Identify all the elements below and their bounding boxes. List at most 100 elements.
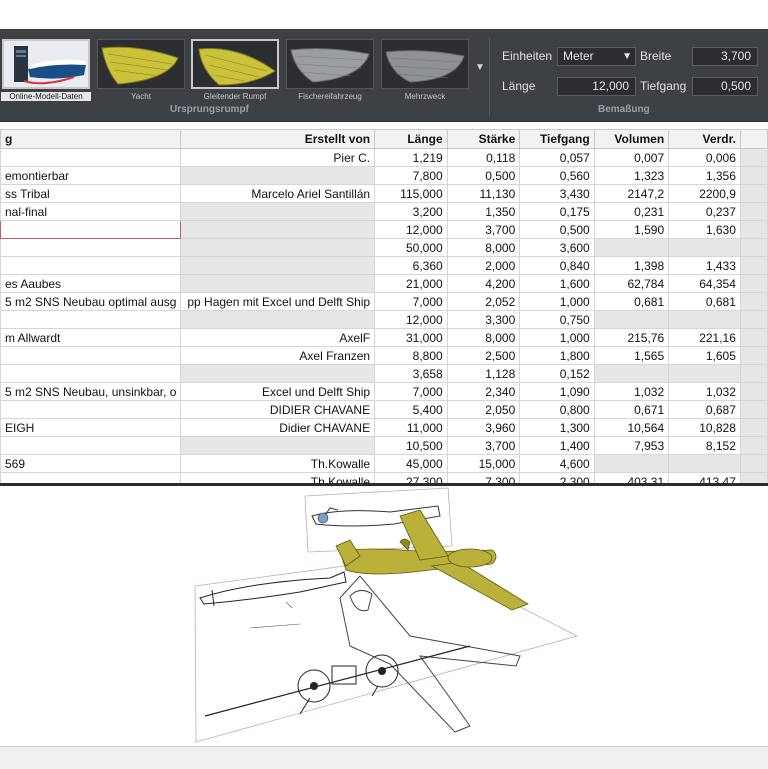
table-cell[interactable]: EIGH bbox=[0, 418, 182, 437]
table-cell[interactable]: 1,800 bbox=[519, 346, 595, 365]
table-cell[interactable] bbox=[0, 346, 182, 365]
table-cell[interactable] bbox=[593, 238, 670, 257]
table-cell[interactable] bbox=[593, 364, 670, 383]
table-cell[interactable]: 8,800 bbox=[374, 346, 448, 365]
table-cell[interactable] bbox=[180, 436, 376, 455]
table-cell[interactable] bbox=[180, 274, 376, 293]
table-cell[interactable]: 2,500 bbox=[446, 346, 521, 365]
table-cell[interactable]: nal-final bbox=[0, 202, 182, 221]
table-cell[interactable] bbox=[0, 436, 182, 455]
table-cell[interactable] bbox=[668, 238, 741, 257]
table-cell-extra[interactable] bbox=[739, 184, 768, 203]
col-header-created-by[interactable]: Erstellt von bbox=[180, 129, 376, 149]
table-cell[interactable]: 2,000 bbox=[446, 256, 521, 275]
table-cell[interactable]: 1,590 bbox=[593, 220, 670, 239]
table-cell-extra[interactable] bbox=[739, 454, 768, 473]
table-cell[interactable]: m Allwardt bbox=[0, 328, 182, 347]
table-cell[interactable]: 21,000 bbox=[374, 274, 448, 293]
table-cell[interactable]: 0,681 bbox=[668, 292, 741, 311]
table-row[interactable]: 5 m2 SNS Neubau optimal ausg pp Hagen mit… bbox=[0, 292, 768, 311]
table-cell-extra[interactable] bbox=[739, 166, 768, 185]
thumb-yacht[interactable]: Yacht bbox=[96, 38, 186, 106]
table-cell[interactable]: 413,47 bbox=[668, 472, 741, 483]
table-cell[interactable]: 1,565 bbox=[593, 346, 670, 365]
table-cell[interactable]: 0,840 bbox=[519, 256, 595, 275]
table-cell[interactable]: 8,152 bbox=[668, 436, 741, 455]
table-cell[interactable]: 1,350 bbox=[446, 202, 521, 221]
table-cell-extra[interactable] bbox=[739, 328, 768, 347]
table-cell[interactable]: Axel Franzen bbox=[180, 346, 376, 365]
table-row[interactable]: 10,500 3,700 1,400 7,953 8,152 bbox=[0, 436, 768, 455]
thumb-fishing-vessel[interactable]: Fischereifahrzeug bbox=[285, 38, 375, 106]
col-header-beam[interactable]: Stärke bbox=[446, 129, 521, 149]
table-cell[interactable]: 215,76 bbox=[593, 328, 670, 347]
tiefgang-input[interactable]: 0,500 bbox=[692, 77, 758, 96]
table-row[interactable]: m Allwardt AxelF 31,000 8,000 1,000 215,76 221… bbox=[0, 328, 768, 347]
table-cell[interactable]: 403,31 bbox=[593, 472, 670, 483]
table-cell-extra[interactable] bbox=[739, 220, 768, 239]
table-cell[interactable] bbox=[0, 472, 182, 483]
table-cell[interactable]: 5,400 bbox=[374, 400, 448, 419]
table-row[interactable]: ss Tribal Marcelo Ariel Santillán 115,000 1… bbox=[0, 184, 768, 203]
table-row[interactable]: 12,000 3,700 0,500 1,590 1,630 bbox=[0, 220, 768, 239]
table-row[interactable]: nal-final 3,200 1,350 0,175 0,231 0,237 bbox=[0, 202, 768, 221]
col-header-draft[interactable]: Tiefgang bbox=[519, 129, 595, 149]
table-row[interactable]: 5 m2 SNS Neubau, unsinkbar, o Excel und D… bbox=[0, 382, 768, 401]
table-cell[interactable]: Didier CHAVANE bbox=[180, 418, 376, 437]
table-cell[interactable]: 0,681 bbox=[593, 292, 670, 311]
table-cell[interactable] bbox=[0, 220, 182, 239]
table-cell[interactable] bbox=[0, 364, 182, 383]
table-cell[interactable] bbox=[180, 364, 376, 383]
table-cell[interactable]: Th.Kowalle bbox=[180, 454, 376, 473]
table-cell[interactable]: es Aaubes bbox=[0, 274, 182, 293]
col-header-name[interactable]: g bbox=[0, 129, 182, 149]
col-header-displacement[interactable]: Verdr. bbox=[668, 129, 741, 149]
table-cell[interactable]: 1,300 bbox=[519, 418, 595, 437]
table-cell[interactable]: 4,200 bbox=[446, 274, 521, 293]
table-cell[interactable] bbox=[0, 400, 182, 419]
table-cell[interactable]: Pier C. bbox=[180, 148, 376, 167]
table-cell[interactable]: 1,323 bbox=[593, 166, 670, 185]
table-cell[interactable]: 7,300 bbox=[446, 472, 521, 483]
table-cell[interactable]: 0,687 bbox=[668, 400, 741, 419]
table-cell[interactable]: 0,175 bbox=[519, 202, 595, 221]
table-cell[interactable]: 0,750 bbox=[519, 310, 595, 329]
gallery-scroll-down-icon[interactable]: ▼ bbox=[473, 58, 487, 78]
table-cell[interactable]: 1,630 bbox=[668, 220, 741, 239]
table-cell[interactable]: 27,300 bbox=[374, 472, 448, 483]
table-cell[interactable]: 45,000 bbox=[374, 454, 448, 473]
table-cell[interactable]: 0,231 bbox=[593, 202, 670, 221]
table-row[interactable]: Axel Franzen 8,800 2,500 1,800 1,565 1,605 bbox=[0, 346, 768, 365]
table-cell[interactable]: 7,953 bbox=[593, 436, 670, 455]
table-cell[interactable]: 5 m2 SNS Neubau, unsinkbar, o bbox=[0, 382, 182, 401]
table-cell[interactable]: 0,006 bbox=[668, 148, 741, 167]
table-row[interactable]: emontierbar 7,800 0,500 0,560 1,323 1,356 bbox=[0, 166, 768, 185]
table-cell-extra[interactable] bbox=[739, 202, 768, 221]
table-cell[interactable]: 8,000 bbox=[446, 238, 521, 257]
table-cell[interactable]: 0,152 bbox=[519, 364, 595, 383]
table-cell[interactable]: 0,237 bbox=[668, 202, 741, 221]
table-cell[interactable]: Excel und Delft Ship bbox=[180, 382, 376, 401]
table-cell[interactable]: 8,000 bbox=[446, 328, 521, 347]
table-cell[interactable]: 3,700 bbox=[446, 436, 521, 455]
table-cell-extra[interactable] bbox=[739, 346, 768, 365]
table-cell[interactable] bbox=[0, 310, 182, 329]
table-cell[interactable] bbox=[668, 364, 741, 383]
table-row[interactable]: 50,000 8,000 3,600 bbox=[0, 238, 768, 257]
table-cell[interactable]: AxelF bbox=[180, 328, 376, 347]
table-cell[interactable]: 10,500 bbox=[374, 436, 448, 455]
table-cell[interactable]: 1,605 bbox=[668, 346, 741, 365]
table-cell[interactable]: 3,700 bbox=[446, 220, 521, 239]
thumb-online-model-data[interactable]: Online-Modell-Daten bbox=[1, 38, 91, 106]
table-cell[interactable]: 1,356 bbox=[668, 166, 741, 185]
table-cell[interactable]: 12,000 bbox=[374, 310, 448, 329]
table-cell[interactable]: 0,118 bbox=[446, 148, 521, 167]
table-row[interactable]: Th.Kowalle 27,300 7,300 2,300 403,31 413,47 bbox=[0, 472, 768, 483]
table-cell[interactable]: 0,500 bbox=[519, 220, 595, 239]
table-cell-extra[interactable] bbox=[739, 418, 768, 437]
table-cell[interactable]: 0,007 bbox=[593, 148, 670, 167]
table-cell-extra[interactable] bbox=[739, 472, 768, 483]
table-cell-extra[interactable] bbox=[739, 238, 768, 257]
table-cell-extra[interactable] bbox=[739, 400, 768, 419]
breite-input[interactable]: 3,700 bbox=[692, 47, 758, 66]
